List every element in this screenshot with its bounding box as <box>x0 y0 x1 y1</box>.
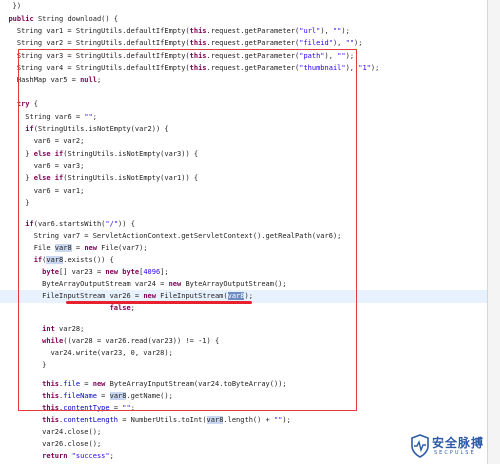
code-line: try { <box>16 100 38 108</box>
code-line: } <box>25 199 30 207</box>
watermark-logo: 安全脉搏 SECPULSE <box>410 434 496 460</box>
code-line: } else if(StringUtils.isNotEmpty(var1)) … <box>25 174 199 182</box>
code-line: }) <box>12 2 22 10</box>
code-line: } <box>42 361 47 369</box>
annotation-underline <box>66 301 252 304</box>
vertical-scrollbar[interactable] <box>488 0 500 464</box>
watermark-title: 安全脉搏 <box>432 436 485 450</box>
code-line: String var2 = StringUtils.defaultIfEmpty… <box>16 39 363 47</box>
shield-icon <box>411 434 429 458</box>
watermark-subtitle: SECPULSE <box>434 450 476 456</box>
code-editor[interactable]: }) public String download() { String var… <box>0 0 500 464</box>
code-line: HashMap var5 = null; <box>16 76 102 84</box>
code-line: var6 = var2; <box>33 137 85 145</box>
